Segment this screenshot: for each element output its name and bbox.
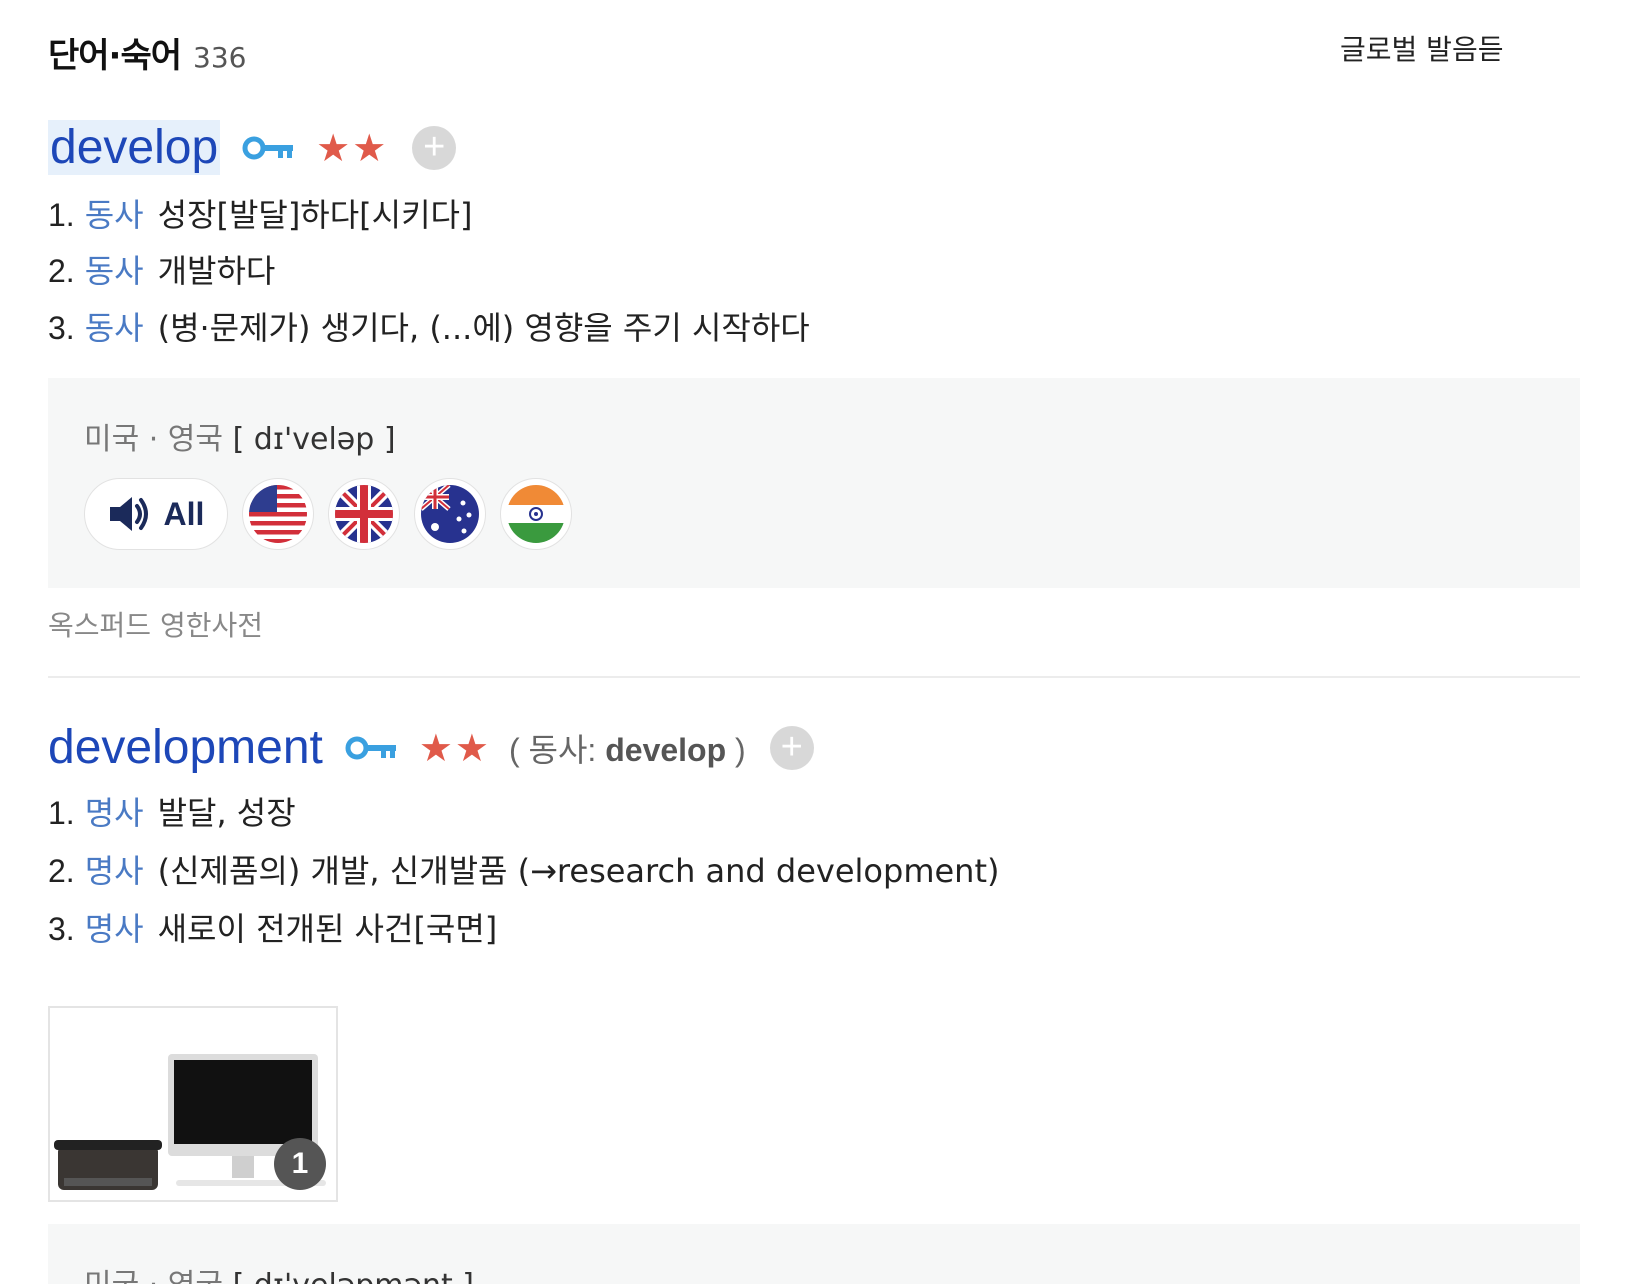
part-of-speech[interactable]: 명사	[85, 846, 144, 892]
pronunciation-line: 미국 · 영국 [ dɪ'veləpmənt ]	[84, 1260, 474, 1284]
meaning-item: 2. 동사 개발하다	[48, 246, 275, 292]
meaning-number: 1.	[48, 795, 75, 831]
meaning-number: 2.	[48, 853, 75, 889]
meaning-number: 2.	[48, 253, 75, 289]
headword-link[interactable]: develop	[48, 120, 221, 175]
section-title: 단어·숙어	[48, 36, 182, 76]
related-word: ( 동사: develop )	[509, 725, 746, 771]
result-count: 336	[193, 41, 247, 74]
add-to-wordbook-button[interactable]: +	[769, 725, 814, 770]
part-of-speech[interactable]: 명사	[85, 788, 144, 834]
part-of-speech[interactable]: 동사	[85, 246, 144, 292]
meaning-text: (병·문제가) 생기다, (...에) 영향을 주기 시작하다	[157, 309, 810, 347]
related-word-link[interactable]: develop	[605, 732, 726, 768]
play-us-button[interactable]	[242, 478, 314, 550]
section-header: 단어·숙어 336	[48, 28, 247, 77]
meaning-number: 3.	[48, 911, 75, 947]
audio-buttons: All	[84, 478, 572, 550]
image-thumbnail[interactable]: 1	[48, 1006, 338, 1202]
pronunciation-box: 미국 · 영국 [ dɪ'veləpmənt ]	[48, 1224, 1580, 1284]
speaker-icon	[109, 497, 148, 531]
frequency-stars: ★★	[316, 125, 389, 170]
entry-header-develop: develop ★★ +	[48, 120, 457, 175]
play-all-label: All	[163, 495, 205, 532]
part-of-speech[interactable]: 동사	[85, 190, 144, 236]
meaning-item: 1. 동사 성장[발달]하다[시키다]	[48, 190, 472, 236]
india-flag-icon	[507, 485, 565, 543]
part-of-speech[interactable]: 명사	[85, 904, 144, 950]
headword-link[interactable]: development	[48, 720, 323, 775]
part-of-speech[interactable]: 동사	[85, 303, 144, 349]
us-flag-icon	[249, 485, 307, 543]
meaning-text: (신제품의) 개발, 신개발품 (→research and developme…	[157, 852, 1000, 890]
play-australia-button[interactable]	[414, 478, 486, 550]
pronunciation-box: 미국 · 영국 [ dɪ'veləp ] All	[48, 378, 1580, 588]
meaning-text: 발달, 성장	[157, 794, 296, 832]
play-uk-button[interactable]	[328, 478, 400, 550]
play-all-button[interactable]: All	[84, 478, 228, 550]
relation-prefix: ( 동사:	[509, 731, 606, 768]
meaning-item: 3. 동사 (병·문제가) 생기다, (...에) 영향을 주기 시작하다	[48, 303, 810, 349]
meaning-item: 2. 명사 (신제품의) 개발, 신개발품 (→research and dev…	[48, 846, 1000, 892]
phonetic-transcription: [ dɪ'veləp ]	[232, 422, 396, 457]
key-icon	[242, 136, 294, 159]
australia-flag-icon	[421, 485, 479, 543]
pronunciation-language: 미국 · 영국	[84, 1268, 223, 1284]
pronunciation-line: 미국 · 영국 [ dɪ'veləp ]	[84, 414, 396, 458]
uk-flag-icon	[335, 485, 393, 543]
dictionary-source[interactable]: 옥스퍼드 영한사전	[48, 604, 263, 644]
meaning-number: 3.	[48, 310, 75, 346]
meaning-text: 새로이 전개된 사건[국면]	[157, 910, 498, 948]
meaning-number: 1.	[48, 197, 75, 233]
image-count-badge: 1	[274, 1138, 326, 1190]
global-pronunciation-link[interactable]: 글로벌 발음듣	[1340, 28, 1580, 68]
frequency-stars: ★★	[418, 725, 491, 770]
pronunciation-language: 미국 · 영국	[84, 422, 224, 457]
play-india-button[interactable]	[500, 478, 572, 550]
entry-header-development: development ★★ ( 동사: develop ) +	[48, 720, 814, 775]
add-to-wordbook-button[interactable]: +	[412, 125, 457, 170]
meaning-text: 개발하다	[157, 252, 276, 290]
phonetic-transcription: [ dɪ'veləpmənt ]	[233, 1268, 474, 1284]
meaning-item: 1. 명사 발달, 성장	[48, 788, 296, 834]
meaning-text: 성장[발달]하다[시키다]	[157, 196, 473, 234]
relation-suffix: )	[726, 731, 746, 768]
meaning-item: 3. 명사 새로이 전개된 사건[국면]	[48, 904, 497, 950]
key-icon	[345, 736, 396, 759]
entry-divider	[48, 676, 1580, 678]
